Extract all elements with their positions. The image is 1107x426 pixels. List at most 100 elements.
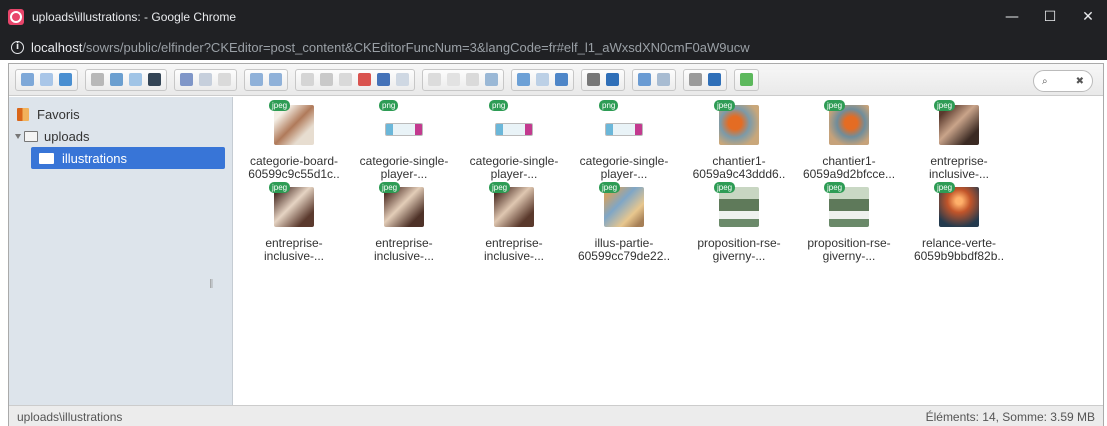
file-name: categorie-board- 60599c9c55d1c..	[239, 155, 349, 181]
file-thumbnail[interactable]: jpeg	[934, 182, 982, 230]
view-list-icon[interactable]	[635, 71, 654, 89]
file-type-badge: jpeg	[934, 182, 956, 193]
tree-item-label: illustrations	[62, 150, 128, 166]
getfile-icon[interactable]	[215, 71, 234, 89]
duplicate-icon[interactable]	[425, 71, 444, 89]
save-icon[interactable]	[145, 71, 164, 89]
file-thumbnail[interactable]: jpeg	[269, 100, 317, 148]
file-thumbnail[interactable]: png	[599, 100, 647, 148]
file-item[interactable]: jpeg entreprise-inclusive-...	[904, 100, 1014, 192]
selectall-icon[interactable]	[514, 71, 533, 89]
file-thumbnail[interactable]: png	[489, 100, 537, 148]
file-name-line2: player-...	[490, 167, 538, 181]
back-icon[interactable]	[18, 71, 37, 89]
mkfile-icon[interactable]	[126, 71, 145, 89]
file-item[interactable]: jpeg entreprise-inclusive-...	[349, 182, 459, 274]
clear-search-icon[interactable]: ✖	[1076, 76, 1084, 87]
file-preview-image	[494, 187, 534, 227]
file-thumbnail[interactable]: png	[379, 100, 427, 148]
file-item[interactable]: jpeg relance-verte- 6059b9bbdf82b..	[904, 182, 1014, 274]
help-icon[interactable]	[705, 71, 724, 89]
redo-icon[interactable]	[266, 71, 285, 89]
chevron-down-icon[interactable]	[15, 133, 21, 139]
window-controls: — ☐ ✕	[993, 0, 1107, 34]
download-icon[interactable]	[196, 71, 215, 89]
file-item[interactable]: png categorie-single-player-...	[349, 100, 459, 192]
file-item[interactable]: jpeg entreprise-inclusive-...	[239, 182, 349, 274]
address-bar[interactable]: i localhost /sowrs/public/elfinder?CKEdi…	[0, 34, 1107, 60]
file-name-line2: player-...	[600, 167, 648, 181]
open-icon[interactable]	[177, 71, 196, 89]
copy-icon[interactable]	[298, 71, 317, 89]
quicklook-icon[interactable]	[584, 71, 603, 89]
file-thumbnail[interactable]: jpeg	[934, 100, 982, 148]
file-thumbnail[interactable]: jpeg	[824, 182, 872, 230]
file-name-line2: inclusive-...	[928, 167, 990, 181]
file-name: proposition-rse-giverny-...	[684, 237, 794, 263]
selectnone-icon[interactable]	[533, 71, 552, 89]
edit-icon[interactable]	[463, 71, 482, 89]
file-thumbnail[interactable]: jpeg	[824, 100, 872, 148]
empty-icon[interactable]	[393, 71, 412, 89]
file-thumbnail[interactable]: jpeg	[379, 182, 427, 230]
file-name: chantier1- 6059a9c43ddd6..	[684, 155, 794, 181]
info-file-icon[interactable]	[603, 71, 622, 89]
sort-icon[interactable]	[654, 71, 673, 89]
resize-handle[interactable]: ‖	[209, 279, 214, 289]
tree-item-label: uploads	[44, 128, 90, 144]
file-thumbnail[interactable]: jpeg	[489, 182, 537, 230]
file-item[interactable]: jpeg entreprise-inclusive-...	[459, 182, 569, 274]
file-item[interactable]: jpeg illus-partie- 60599cc79de22..	[569, 182, 679, 274]
resize-icon[interactable]	[482, 71, 501, 89]
undo-icon[interactable]	[247, 71, 266, 89]
tree-item-favorites[interactable]: Favoris	[9, 103, 80, 125]
file-item[interactable]: jpeg proposition-rse-giverny-...	[684, 182, 794, 274]
mkdir-icon[interactable]	[107, 71, 126, 89]
reload-icon[interactable]	[88, 71, 107, 89]
file-name: entreprise-inclusive-...	[349, 237, 459, 263]
file-type-badge: png	[379, 100, 399, 111]
rename-icon[interactable]	[444, 71, 463, 89]
search-input[interactable]: ⌕ ✖	[1033, 70, 1093, 92]
file-item[interactable]: png categorie-single-player-...	[459, 100, 569, 192]
file-type-badge: jpeg	[599, 182, 621, 193]
file-thumbnail[interactable]: jpeg	[714, 100, 762, 148]
file-name-line2: 6059a9d2bfcce...	[802, 167, 896, 181]
toolbar-group-view	[632, 68, 676, 91]
preferences-icon[interactable]	[686, 71, 705, 89]
file-item[interactable]: jpeg chantier1- 6059a9c43ddd6..	[684, 100, 794, 192]
file-type-badge: png	[599, 100, 619, 111]
tree-item-illustrations[interactable]: illustrations	[31, 147, 225, 169]
paste-icon[interactable]	[336, 71, 355, 89]
file-item[interactable]: png categorie-single-player-...	[569, 100, 679, 192]
folder-icon	[39, 152, 54, 164]
delete-icon[interactable]	[355, 71, 374, 89]
file-item[interactable]: jpeg proposition-rse-giverny-...	[794, 182, 904, 274]
file-name: entreprise-inclusive-...	[239, 237, 349, 263]
forward-icon[interactable]	[37, 71, 56, 89]
file-thumbnail[interactable]: jpeg	[714, 182, 762, 230]
toolbar-group-history	[244, 68, 288, 91]
info-icon[interactable]: i	[11, 40, 24, 54]
file-type-badge: jpeg	[714, 182, 736, 193]
file-name: entreprise-inclusive-...	[904, 155, 1014, 181]
file-type-badge: png	[489, 100, 509, 111]
maximize-button[interactable]: ☐	[1031, 0, 1069, 34]
minimize-button[interactable]: —	[993, 0, 1031, 34]
navigation-tree: Favoris uploads illustrations ‖	[9, 97, 233, 405]
file-thumbnail[interactable]: jpeg	[599, 182, 647, 230]
cut-icon[interactable]	[317, 71, 336, 89]
selectinvert-icon[interactable]	[552, 71, 571, 89]
file-item[interactable]: jpeg categorie-board- 60599c9c55d1c..	[239, 100, 349, 192]
tree-item-uploads[interactable]: uploads	[9, 125, 90, 147]
file-preview-image	[604, 187, 644, 227]
trash-icon[interactable]	[374, 71, 393, 89]
file-preview-image	[719, 187, 759, 227]
close-button[interactable]: ✕	[1069, 0, 1107, 34]
file-item[interactable]: jpeg chantier1- 6059a9d2bfcce...	[794, 100, 904, 192]
file-thumbnail[interactable]: jpeg	[269, 182, 317, 230]
up-icon[interactable]	[56, 71, 75, 89]
fullscreen-icon[interactable]	[737, 71, 756, 89]
toolbar-group-edit	[295, 68, 415, 91]
file-name-line2: giverny-...	[712, 249, 766, 263]
